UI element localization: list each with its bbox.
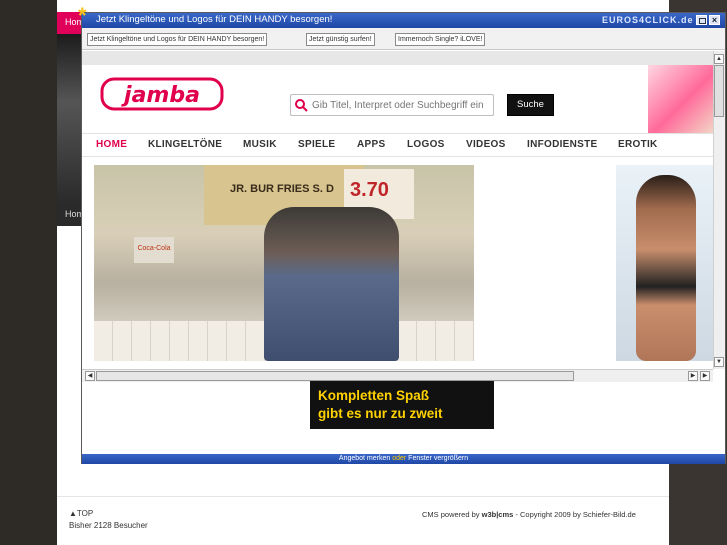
popup-titlebar[interactable]: * Jetzt Klingeltöne und Logos für DEIN H… — [78, 5, 725, 28]
hero-coke-sign: Coca-Cola — [134, 237, 174, 263]
frame-top-band — [82, 51, 713, 65]
link-button-surf[interactable]: Jetzt günstig surfen! — [306, 33, 375, 46]
link-button-ringtones[interactable]: Jetzt Klingeltöne und Logos für DEIN HAN… — [87, 33, 268, 46]
scroll-right-icon[interactable]: ▶ — [688, 371, 698, 381]
background-breadcrumb-home[interactable]: Home — [57, 204, 82, 226]
scroll-down-icon[interactable]: ▼ — [714, 357, 724, 367]
jamba-frame: jamba Suche HOME KLINGELTÖNE MUSIK SPIEL… — [82, 51, 713, 369]
nav-home[interactable]: HOME — [96, 139, 127, 150]
footer-cms-suffix: - Copyright 2009 by Schiefer-Bild.de — [513, 510, 636, 519]
scroll-left-icon[interactable]: ◀ — [85, 371, 95, 381]
footer-copyright: CMS powered by w3b|cms - Copyright 2009 … — [422, 510, 636, 519]
footer-top-link[interactable]: ▲TOP — [69, 509, 93, 518]
promo-banner[interactable]: Kompletten Spaß gibt es nur zu zweit — [310, 381, 494, 429]
nav-apps[interactable]: APPS — [357, 139, 385, 150]
close-icon[interactable]: × — [709, 15, 720, 25]
footer-cms-prefix: CMS powered by — [422, 510, 482, 519]
search-input[interactable] — [312, 97, 492, 113]
side-ad-image[interactable] — [616, 165, 713, 361]
horizontal-scroll-thumb[interactable] — [96, 371, 574, 381]
corner-decoration-image — [648, 65, 713, 133]
popup-title: Jetzt Klingeltöne und Logos für DEIN HAN… — [96, 14, 333, 25]
nav-music[interactable]: MUSIK — [243, 139, 277, 150]
star-icon: * — [78, 3, 87, 28]
search-icon — [295, 99, 308, 112]
hero-image[interactable]: JR. BUR FRIES S. D 3.70 Coca-Cola — [94, 165, 474, 361]
nav-videos[interactable]: VIDEOS — [466, 139, 506, 150]
promo-line-2: gibt es nur zu zweit — [318, 406, 443, 421]
promo-line-1: Kompletten Spaß — [318, 388, 430, 403]
popup-statusbar[interactable]: Angebot merken oder Fenster vergrößern — [82, 454, 725, 464]
statusbar-enlarge[interactable]: Fenster vergrößern — [406, 455, 468, 462]
nav-logos[interactable]: LOGOS — [407, 139, 445, 150]
nav-erotic[interactable]: EROTIK — [618, 139, 658, 150]
link-button-single[interactable]: Immernoch Single? iLOVE! — [395, 33, 486, 46]
search-button[interactable]: Suche — [507, 94, 554, 116]
vertical-scroll-thumb[interactable] — [714, 65, 724, 117]
statusbar-or: oder — [392, 455, 407, 462]
popup-brand: EUROS4CLICK.de — [602, 15, 694, 25]
footer-divider — [57, 496, 669, 497]
popup-link-bar: Jetzt Klingeltöne und Logos für DEIN HAN… — [82, 28, 725, 50]
jamba-logo-text: jamba — [121, 83, 200, 108]
popup-window: * Jetzt Klingeltöne und Logos für DEIN H… — [78, 5, 726, 464]
scroll-up-icon[interactable]: ▲ — [714, 54, 724, 64]
statusbar-bookmark[interactable]: Angebot merken — [339, 455, 392, 462]
side-ad-person — [636, 175, 696, 361]
nav-ringtones[interactable]: KLINGELTÖNE — [148, 139, 222, 150]
footer-visitor-count: Bisher 2128 Besucher — [69, 521, 148, 530]
maximize-icon[interactable] — [696, 15, 707, 25]
nav-games[interactable]: SPIELE — [298, 139, 335, 150]
jamba-logo[interactable]: jamba — [100, 75, 224, 113]
background-left-strip — [0, 0, 57, 545]
hero-person — [264, 207, 399, 361]
footer-cms-link[interactable]: w3b|cms — [482, 510, 514, 519]
scroll-right-end-icon[interactable]: ▶ — [700, 371, 710, 381]
nav-infoservices[interactable]: INFODIENSTE — [527, 139, 598, 150]
background-header-image — [57, 34, 82, 204]
